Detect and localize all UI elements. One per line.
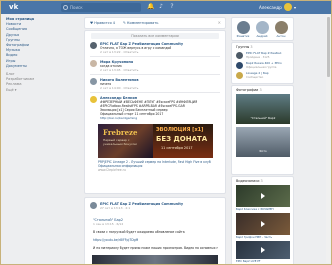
group-item[interactable]: EPIC FLAT Бар Z Реабил Пройдена · 3125 (236, 51, 290, 61)
group-item[interactable]: Бар2 Russia 400 + 3ЕСо Официальная групп… (236, 61, 290, 71)
groups-count: 3 (250, 45, 253, 49)
help-icon[interactable]: ? (169, 4, 175, 10)
post-link[interactable]: https://youtu.be/r8lFFpj7DgM (93, 238, 138, 242)
vk-logo[interactable]: vk (9, 3, 21, 12)
video-title[interactable]: Бар2 Грифон ПВП - Часть (236, 236, 290, 239)
friend-name[interactable]: Фанатик (235, 35, 251, 38)
videos-block: Видеозаписи 3 Бар2 Классика с ЭКЗАМЕН Ба… (231, 176, 294, 264)
top-bar: vk Поиск 🔔 ♪ ? Александр ▾ (1, 1, 331, 14)
photos-count: 3 (259, 88, 262, 92)
photos-title: Фотографии (236, 88, 259, 92)
friend-name[interactable]: Андрей (254, 35, 270, 38)
comment-meta[interactable]: 2 окт в 14:00 · Ответить (100, 86, 138, 90)
videos-count: 3 (260, 179, 263, 183)
divider (90, 56, 220, 57)
groups-heading[interactable]: Группы 3 (236, 45, 253, 49)
banner-date: 11 сентября 2017 (161, 146, 193, 150)
groups-title: Группы (236, 45, 250, 49)
post-actions-bar: ♥ Нравится 4 ✎ Комментировать ✕ (84, 17, 226, 29)
play-icon (261, 221, 265, 227)
post-video-thumbnail[interactable] (92, 255, 218, 264)
footer-link-more[interactable]: Ещё ▾ (6, 88, 54, 93)
video-title[interactable]: Бар2 Классика с ЭКЗАМЕН (236, 208, 290, 211)
friend-name[interactable]: Антон (273, 35, 289, 38)
comment-meta[interactable]: 2 окт в 13:22 · Ответить (100, 50, 138, 54)
comment-meta[interactable]: 2 окт в 13:45 · Ответить (100, 68, 138, 72)
wall-post: EPIC FLAT Бар Z Реабилитация Community 2… (84, 197, 226, 264)
avatar[interactable] (90, 202, 97, 209)
play-icon (261, 247, 265, 253)
banner-url[interactable]: www.l2epicfree.ru (98, 168, 213, 172)
photo-caption: Фото (259, 149, 267, 153)
video-thumbnail[interactable] (236, 185, 290, 207)
videos-heading[interactable]: Видеозаписи 3 (236, 179, 263, 183)
divider (90, 74, 220, 75)
comments-section: Показать все комментарии EPIC FLAT Бар Z… (84, 30, 226, 216)
comment-button[interactable]: ✎ Комментировать (123, 20, 158, 26)
post-title-meta: 1 сен в 13:15 · 6/12 (93, 222, 124, 226)
search-icon (63, 5, 68, 10)
avatar (236, 52, 243, 59)
avatar (236, 72, 243, 79)
group-info: Сообщество (246, 74, 264, 79)
avatar[interactable] (284, 3, 292, 11)
banner-headline: ЭВОЛЮЦИЯ [x1] (156, 127, 204, 133)
scrollbar[interactable] (326, 15, 330, 263)
banner-art: Frebreze Первый сервер с уникальным бону… (98, 124, 153, 158)
post-text: В связи с нагрузкой будет ожидаемо обнов… (93, 230, 185, 234)
divider (90, 92, 220, 93)
show-all-comments-button[interactable]: Показать все комментарии (91, 33, 219, 39)
banner-headline-2: БЕЗ ДОНАТА (156, 135, 208, 143)
video-title[interactable]: EPIC Бар2 LIVE PF (236, 260, 290, 263)
left-sidebar: Моя страница Новости Сообщения Друзья Гр… (6, 17, 54, 93)
friends-block: Фанатик Андрей Антон (231, 17, 294, 41)
play-icon (261, 193, 265, 199)
photos-block: Фотографии 3 "Стальной" Бар2 Фото (231, 85, 294, 175)
search-input[interactable]: Поиск (61, 3, 141, 12)
group-item[interactable]: Lineage 2 | Бар Сообщество (236, 71, 290, 81)
post-text: И по материалу будет прямо ниже наших пр… (93, 246, 218, 250)
video-thumbnail[interactable] (236, 241, 290, 259)
avatar (236, 62, 243, 69)
chevron-down-icon[interactable]: ▾ (294, 4, 296, 11)
music-icon[interactable]: ♪ (158, 4, 164, 10)
banner-promo: ЭВОЛЮЦИЯ [x1] БЕЗ ДОНАТА 11 сентября 201… (153, 124, 213, 158)
videos-title: Видеозаписи (236, 179, 260, 183)
group-info: Официальная группа (246, 64, 277, 69)
avatar[interactable] (90, 42, 97, 49)
browser-frame: vk Поиск 🔔 ♪ ? Александр ▾ Моя страница … (0, 0, 332, 265)
avatar[interactable] (90, 60, 97, 67)
video-thumbnail[interactable] (236, 213, 290, 235)
like-button[interactable]: ♥ Нравится 4 (90, 20, 115, 26)
search-placeholder: Поиск (70, 5, 83, 10)
avatar[interactable] (90, 78, 97, 85)
scrollbar-thumb[interactable] (326, 17, 330, 77)
comment-link[interactable]: http://bar.ru/bar4gaming (100, 116, 137, 120)
post-meta[interactable]: 27 окт в 13:13 · 2:1 (100, 206, 130, 210)
bell-icon[interactable]: 🔔 (147, 4, 154, 10)
photos-heading[interactable]: Фотографии 3 (236, 88, 262, 92)
close-icon[interactable]: ✕ (218, 20, 221, 26)
photo-caption: "Стальной" Бар2 (250, 116, 276, 120)
avatar[interactable] (237, 21, 250, 34)
banner-subtitle: Первый сервер с уникальным бонусом (103, 138, 137, 146)
avatar[interactable] (275, 21, 288, 34)
group-info: Пройдена · 3125 (246, 54, 270, 59)
avatar[interactable] (256, 21, 269, 34)
groups-block: Группы 3 EPIC FLAT Бар Z Реабил Пройдена… (231, 42, 294, 84)
ad-banner-image[interactable]: Frebreze Первый сервер с уникальным бону… (98, 124, 213, 158)
banner-logo: Frebreze (103, 128, 138, 137)
avatar[interactable] (90, 96, 97, 103)
banner-caption[interactable]: PRP|EPIC Lineage 2 - Лучший сервер на In… (98, 160, 213, 168)
user-name[interactable]: Александр (259, 4, 282, 11)
